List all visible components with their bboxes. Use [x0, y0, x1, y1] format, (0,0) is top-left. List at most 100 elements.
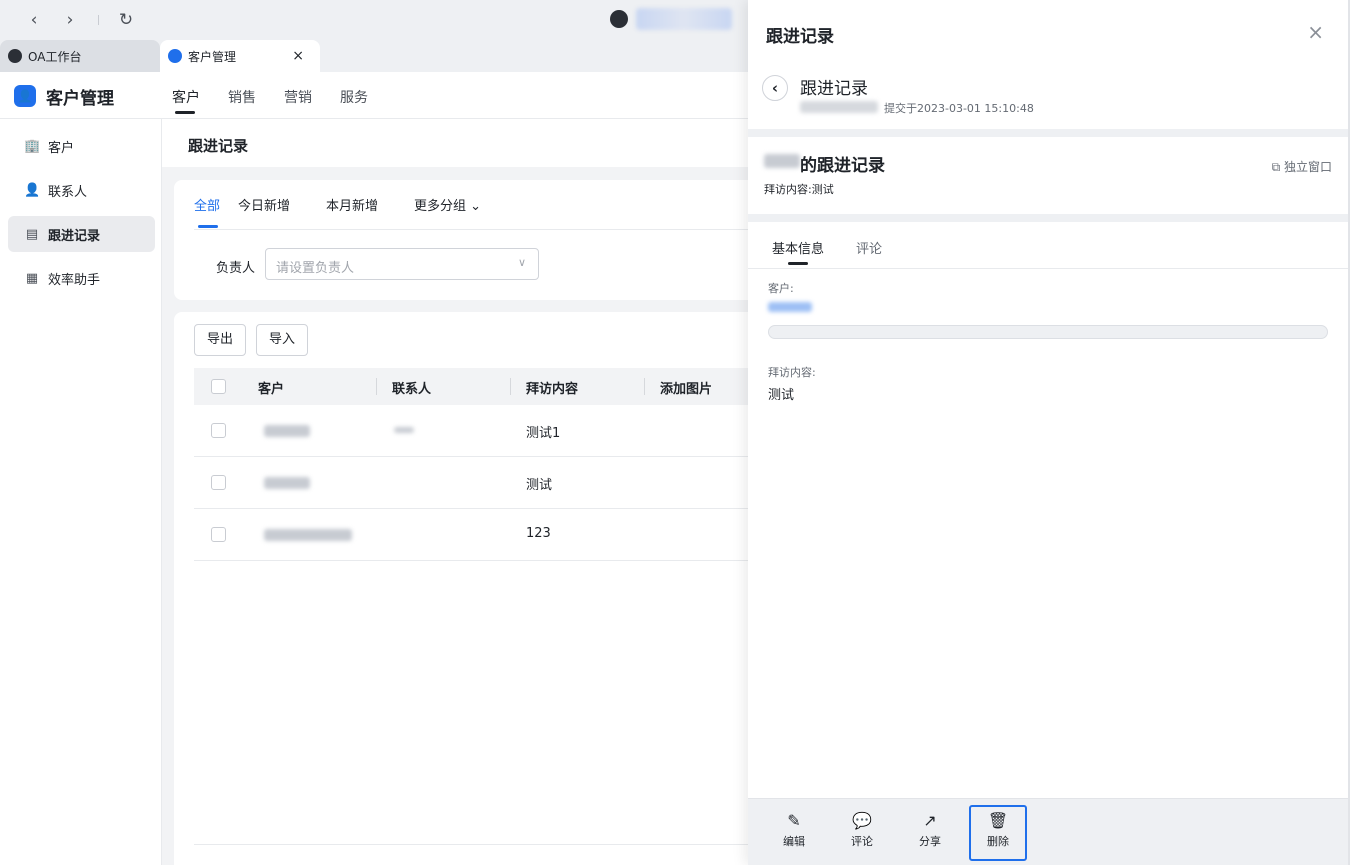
filter-tab-month[interactable]: 本月新增: [326, 195, 378, 214]
edit-label: 编辑: [783, 835, 805, 848]
customer-name-redacted: [264, 529, 352, 541]
app-header: 👤 客户管理 客户 销售 营销 服务: [0, 72, 760, 119]
app-logo-icon: 👤: [14, 85, 36, 107]
nav-customer[interactable]: 客户: [172, 87, 200, 107]
sidebar-item-label: 客户: [48, 140, 75, 156]
nav-service[interactable]: 服务: [340, 87, 368, 107]
table-row[interactable]: 测试: [194, 457, 764, 509]
column-header-visit[interactable]: 拜访内容: [526, 378, 578, 397]
sidebar-item-followup[interactable]: ▤ 跟进记录: [8, 216, 155, 252]
sidebar: 🏢 客户 👤 联系人 ▤ 跟进记录 ▦ 效率助手: [0, 119, 162, 865]
table-card: 导出 导入 客户 联系人 拜访内容 添加图片 测试1 测试 123: [174, 312, 764, 865]
owner-label: 负责人: [216, 261, 256, 276]
sidebar-item-label: 效率助手: [48, 272, 101, 288]
row-checkbox[interactable]: [211, 527, 226, 542]
close-icon[interactable]: ×: [292, 48, 304, 64]
divider: [194, 844, 764, 845]
user-name-redacted[interactable]: [636, 8, 732, 30]
customer-name-redacted: [264, 477, 310, 489]
sidebar-item-efficiency[interactable]: ▦ 效率助手: [8, 260, 155, 296]
submitted-at: 提交于2023-03-01 15:10:48: [884, 102, 1034, 115]
contact-icon: 👤: [24, 182, 41, 198]
visit-field-label: 拜访内容:: [768, 366, 816, 379]
window-icon: ⧉: [1271, 160, 1281, 174]
section-divider: [748, 214, 1348, 222]
chevron-left-icon: ‹: [771, 79, 779, 97]
customer-name-redacted: [764, 154, 800, 168]
row-checkbox[interactable]: [211, 475, 226, 490]
customer-field-bar: [768, 325, 1328, 339]
delete-button[interactable]: 🗑 删除: [969, 805, 1027, 861]
column-divider: [644, 378, 645, 395]
browser-tabs: OA工作台 客户管理 ×: [0, 38, 760, 72]
nav-active-indicator: [175, 111, 195, 114]
building-icon: 🏢: [24, 138, 41, 154]
column-divider: [510, 378, 511, 395]
filter-tab-more-label: 更多分组: [414, 199, 467, 214]
tab-basic-info[interactable]: 基本信息: [772, 238, 824, 257]
visit-summary: 拜访内容:测试: [764, 183, 834, 196]
row-checkbox[interactable]: [211, 423, 226, 438]
sidebar-item-customer[interactable]: 🏢 客户: [8, 128, 155, 164]
share-label: 分享: [919, 835, 941, 848]
column-header-image[interactable]: 添加图片: [660, 378, 712, 397]
customer-name-redacted: [264, 425, 310, 437]
customer-field-label: 客户:: [768, 282, 794, 295]
visit-content: 123: [526, 526, 551, 541]
contact-name-redacted: [394, 427, 414, 433]
chevron-down-icon: ⌄: [470, 199, 482, 214]
chevron-left-icon[interactable]: ‹: [22, 8, 46, 32]
visit-content: 测试: [526, 478, 553, 493]
chevron-right-icon[interactable]: ›: [58, 8, 82, 32]
grid-icon: ▦: [25, 270, 39, 286]
tab-comments[interactable]: 评论: [856, 238, 882, 257]
record-heading: 的跟进记录: [800, 156, 885, 176]
tab-oa-workbench[interactable]: OA工作台: [0, 40, 160, 72]
sidebar-item-label: 跟进记录: [48, 228, 101, 244]
page-title: 跟进记录: [188, 137, 249, 155]
owner-select[interactable]: 请设置负责人 ∨: [265, 248, 539, 280]
section-divider: [748, 129, 1348, 137]
main-header: 跟进记录: [162, 119, 760, 167]
back-button[interactable]: ‹: [762, 75, 788, 101]
tab-customer-management[interactable]: 客户管理 ×: [160, 40, 320, 72]
column-divider: [376, 378, 377, 395]
edit-icon: ✎: [787, 811, 801, 830]
visit-field-value: 测试: [768, 388, 795, 403]
customer-logo-icon: [168, 49, 182, 63]
filter-tab-today[interactable]: 今日新增: [238, 195, 290, 214]
refresh-icon[interactable]: ↻: [114, 8, 138, 32]
import-button[interactable]: 导入: [256, 324, 309, 356]
edit-button[interactable]: ✎ 编辑: [772, 811, 816, 849]
nav-sales[interactable]: 销售: [228, 87, 256, 107]
record-icon: ▤: [25, 226, 39, 242]
filter-tab-all[interactable]: 全部: [194, 195, 220, 214]
divider: [194, 229, 764, 230]
tab-active-indicator: [788, 262, 808, 265]
column-header-contact[interactable]: 联系人: [392, 378, 431, 397]
user-avatar[interactable]: [610, 10, 628, 28]
delete-label: 删除: [987, 835, 1009, 848]
select-all-checkbox[interactable]: [211, 379, 226, 394]
nav-marketing[interactable]: 营销: [284, 87, 312, 107]
sidebar-item-contact[interactable]: 👤 联系人: [8, 172, 155, 208]
tab-label: 客户管理: [188, 49, 237, 64]
share-button[interactable]: ↗ 分享: [908, 811, 952, 849]
chevron-down-icon: ∨: [517, 256, 526, 269]
close-icon[interactable]: ×: [1307, 20, 1324, 44]
toolbar-divider: [98, 15, 99, 25]
export-button[interactable]: 导出: [194, 324, 247, 356]
trash-icon: 🗑: [987, 811, 1009, 830]
table-row[interactable]: 测试1: [194, 405, 764, 457]
comment-button[interactable]: 💬 评论: [840, 811, 884, 849]
open-window-button[interactable]: ⧉ 独立窗口: [1272, 158, 1332, 175]
filter-tab-more[interactable]: 更多分组 ⌄: [414, 195, 481, 214]
customer-link-redacted[interactable]: [768, 302, 812, 312]
column-header-customer[interactable]: 客户: [258, 378, 284, 397]
table-header: 客户 联系人 拜访内容 添加图片: [194, 368, 764, 405]
filter-card: 全部 今日新增 本月新增 更多分组 ⌄ 负责人 请设置负责人 ∨: [174, 180, 764, 300]
oa-logo-icon: [8, 49, 22, 63]
sidebar-item-label: 联系人: [48, 184, 88, 200]
table-row[interactable]: 123: [194, 509, 764, 561]
submitter-redacted: [800, 101, 878, 113]
